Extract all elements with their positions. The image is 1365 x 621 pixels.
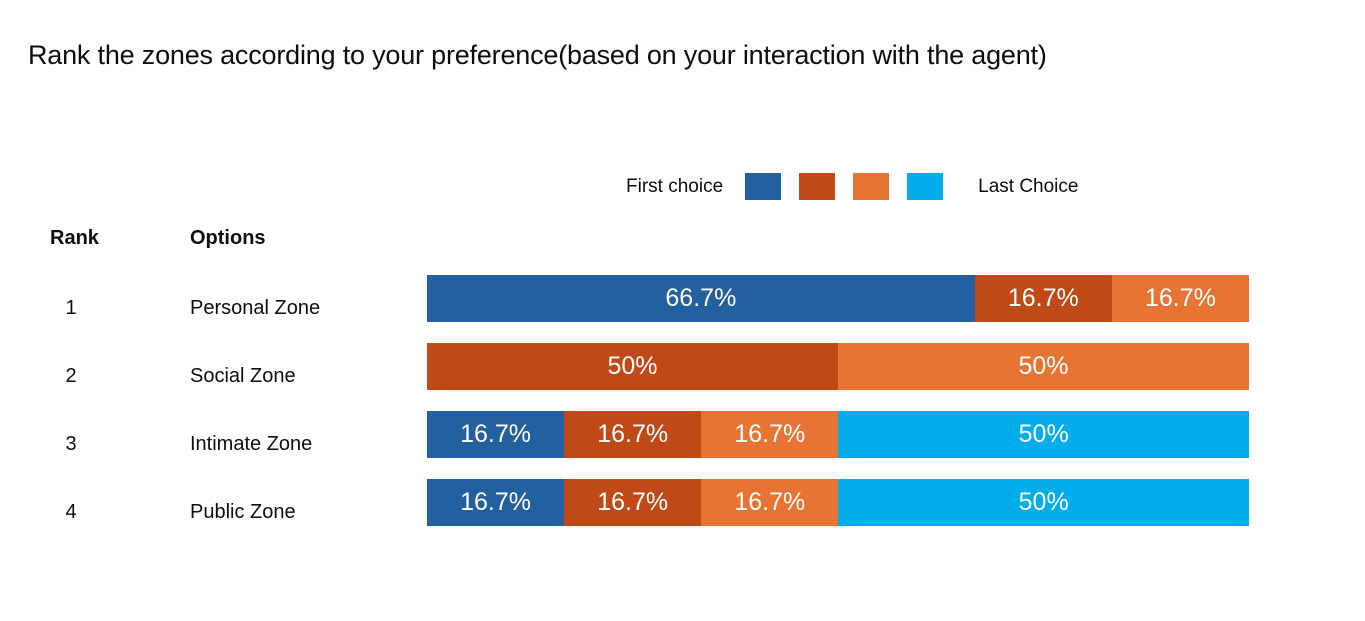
table-row: 3 Intimate Zone 16.7% 16.7% 16.7% 50%: [0, 411, 1365, 479]
chart-legend: First choice Last Choice: [626, 170, 1078, 202]
bar-segment[interactable]: 16.7%: [564, 479, 702, 526]
table-row: 1 Personal Zone 66.7% 16.7% 16.7%: [0, 275, 1365, 343]
bar-segment-label: 16.7%: [734, 488, 806, 516]
page-title: Rank the zones according to your prefere…: [28, 40, 1047, 70]
legend-last-choice-label: Last Choice: [978, 175, 1079, 197]
bar-segment-label: 16.7%: [1144, 284, 1216, 312]
legend-swatch-group: [745, 172, 944, 200]
bar-segment-label: 16.7%: [597, 420, 669, 448]
table-row: 4 Public Zone 16.7% 16.7% 16.7% 50%: [0, 479, 1365, 547]
legend-swatch-2[interactable]: [799, 172, 836, 200]
bar-segment[interactable]: 16.7%: [701, 479, 839, 526]
row-rank-value: 2: [65, 365, 77, 387]
stacked-bar: 16.7% 16.7% 16.7% 50%: [427, 411, 1249, 458]
bar-segment[interactable]: 16.7%: [974, 275, 1112, 322]
legend-first-choice-label: First choice: [626, 175, 724, 197]
row-option-label: Social Zone: [190, 365, 296, 387]
stacked-bar: 50% 50%: [427, 343, 1249, 390]
legend-swatch-1[interactable]: [745, 172, 782, 200]
bar-segment[interactable]: 66.7%: [427, 275, 975, 322]
bar-segment[interactable]: 16.7%: [701, 411, 839, 458]
bar-segment-label: 66.7%: [665, 284, 737, 312]
bar-segment-label: 50%: [1018, 488, 1069, 516]
bar-segment[interactable]: 16.7%: [427, 411, 565, 458]
bar-segment[interactable]: 50%: [427, 343, 838, 390]
stacked-bar: 66.7% 16.7% 16.7%: [427, 275, 1249, 322]
bar-segment-label: 16.7%: [460, 488, 531, 516]
bar-segment-label: 16.7%: [1007, 284, 1079, 312]
table-row: 2 Social Zone 50% 50%: [0, 343, 1365, 411]
row-option-label: Intimate Zone: [190, 433, 313, 455]
row-option-label: Public Zone: [190, 501, 296, 523]
bar-segment[interactable]: 16.7%: [564, 411, 702, 458]
legend-swatch-3[interactable]: [853, 172, 890, 200]
bar-segment[interactable]: 50%: [838, 343, 1249, 390]
bar-segment[interactable]: 50%: [838, 411, 1249, 458]
row-rank-value: 3: [65, 433, 77, 455]
column-header-rank: Rank: [50, 227, 99, 249]
bar-segment-label: 16.7%: [460, 420, 531, 448]
bar-segment-label: 50%: [607, 352, 658, 380]
stacked-bar: 16.7% 16.7% 16.7% 50%: [427, 479, 1249, 526]
bar-segment[interactable]: 16.7%: [427, 479, 565, 526]
column-header-options: Options: [190, 227, 266, 249]
bar-segment-label: 50%: [1018, 420, 1069, 448]
row-option-label: Personal Zone: [190, 297, 321, 319]
row-rank-value: 4: [65, 501, 77, 523]
bar-segment-label: 16.7%: [597, 488, 669, 516]
bar-segment[interactable]: 16.7%: [1111, 275, 1249, 322]
legend-swatch-4[interactable]: [907, 172, 944, 200]
bar-segment-label: 50%: [1018, 352, 1069, 380]
bar-segment-label: 16.7%: [734, 420, 806, 448]
bar-segment[interactable]: 50%: [838, 479, 1249, 526]
row-rank-value: 1: [65, 297, 77, 319]
chart-rows: 1 Personal Zone 66.7% 16.7% 16.7% 2 Social Zon…: [0, 275, 1365, 547]
